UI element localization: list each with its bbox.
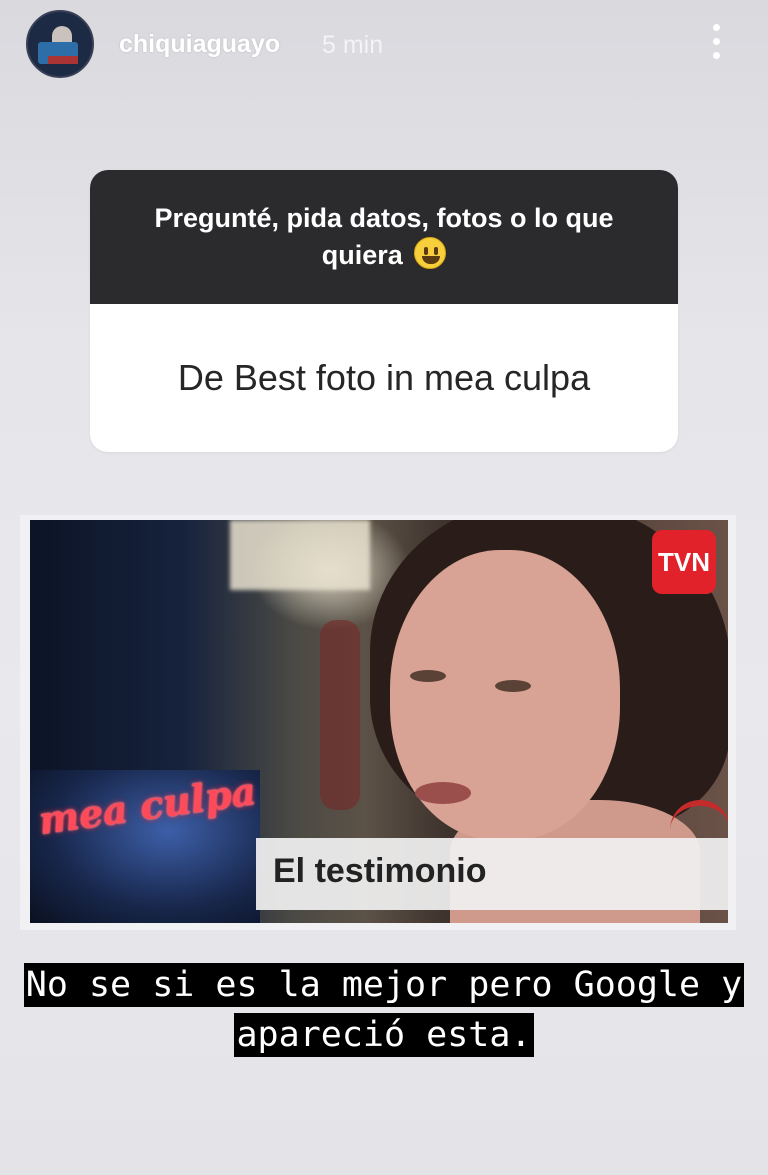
question-sticker: Pregunté, pida datos, fotos o lo que qui… [90,170,678,452]
caption-text: No se si es la mejor pero Google y apare… [23,963,745,1057]
segment-title: El testimonio [273,852,487,890]
grinning-face-emoji-icon [414,237,447,269]
more-options-icon[interactable] [708,22,724,62]
post-time: 5 min [322,31,384,59]
question-prompt: Pregunté, pida datos, fotos o lo que qui… [90,170,678,304]
tvn-logo: TVN [652,530,716,594]
username[interactable]: chiquiaguayo [119,30,280,59]
question-answer: De Best foto in mea culpa [177,357,591,398]
story-caption: No se si es la mejor pero Google y apare… [0,960,768,1060]
question-prompt-text: Pregunté, pida datos, fotos o lo que qui… [154,203,614,270]
shared-photo: TVN mea culpa El testimonio [20,515,736,930]
tv-screenshot: TVN mea culpa El testimonio [30,520,728,923]
story-header: chiquiaguayo 5 min [0,0,768,90]
avatar[interactable] [26,10,94,78]
